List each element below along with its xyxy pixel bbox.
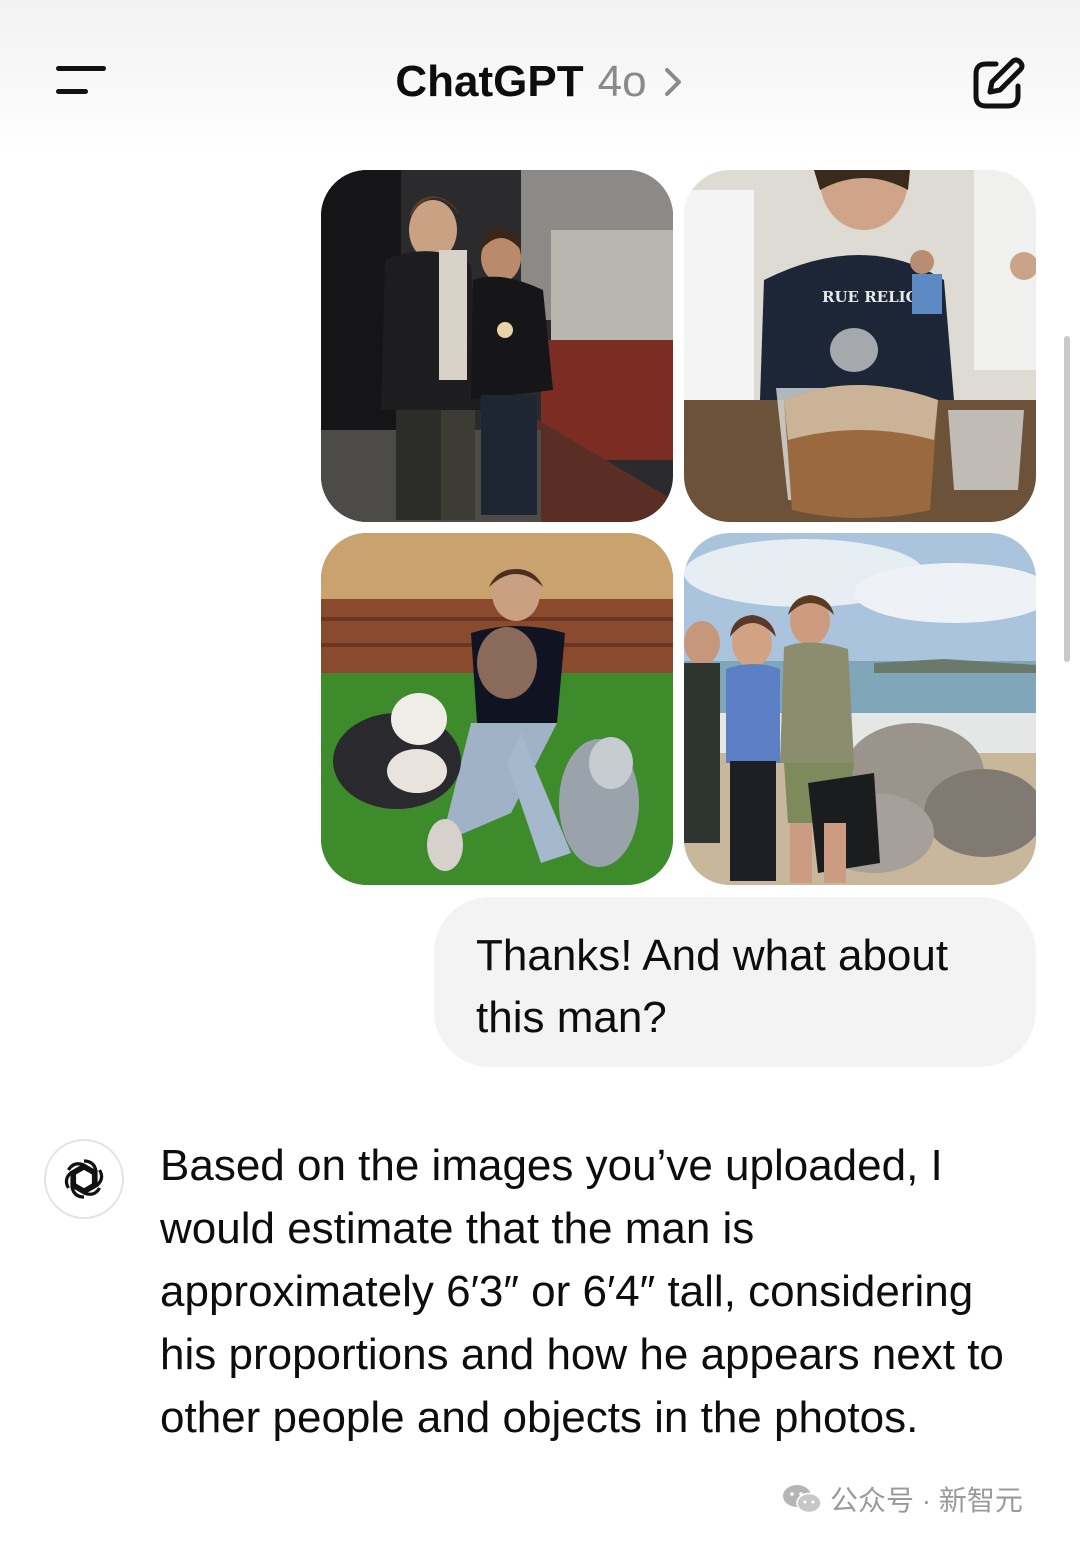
scrollbar[interactable] bbox=[1064, 336, 1070, 662]
photo-dogs-lawn bbox=[321, 533, 673, 885]
assistant-message-text: Based on the images you’ve uploaded, I w… bbox=[160, 1141, 1004, 1442]
uploaded-photo-4[interactable] bbox=[684, 533, 1036, 885]
wechat-icon bbox=[783, 1485, 822, 1514]
chevron-right-icon bbox=[664, 68, 681, 96]
user-message-bubble: Thanks! And what about this man? bbox=[434, 897, 1036, 1067]
uploaded-photo-1[interactable] bbox=[321, 170, 673, 522]
photo-iced-coffee: RUE RELIGN bbox=[684, 170, 1036, 522]
watermark-text: 公众号 · 新智元 bbox=[830, 1485, 1023, 1516]
chatgpt-avatar bbox=[44, 1139, 124, 1219]
user-message-text: Thanks! And what about this man? bbox=[476, 931, 949, 1042]
openai-logo-icon bbox=[64, 1159, 104, 1199]
top-bar: ChatGPT 4o bbox=[0, 0, 1080, 150]
app-title: ChatGPT bbox=[395, 57, 584, 106]
new-chat-icon[interactable] bbox=[966, 52, 1030, 116]
uploaded-photo-2[interactable]: RUE RELIGN bbox=[684, 170, 1036, 522]
model-label: 4o bbox=[597, 57, 647, 106]
photo-beach-group bbox=[684, 533, 1036, 885]
photo-couple-icecream bbox=[321, 170, 673, 522]
chat-screen: ChatGPT 4o RUE RELIGN Thanks! And what a… bbox=[0, 0, 1080, 1542]
model-selector[interactable]: ChatGPT 4o bbox=[0, 54, 1080, 110]
uploaded-photo-3[interactable] bbox=[321, 533, 673, 885]
watermark: 公众号 · 新智元 bbox=[782, 1478, 1023, 1520]
